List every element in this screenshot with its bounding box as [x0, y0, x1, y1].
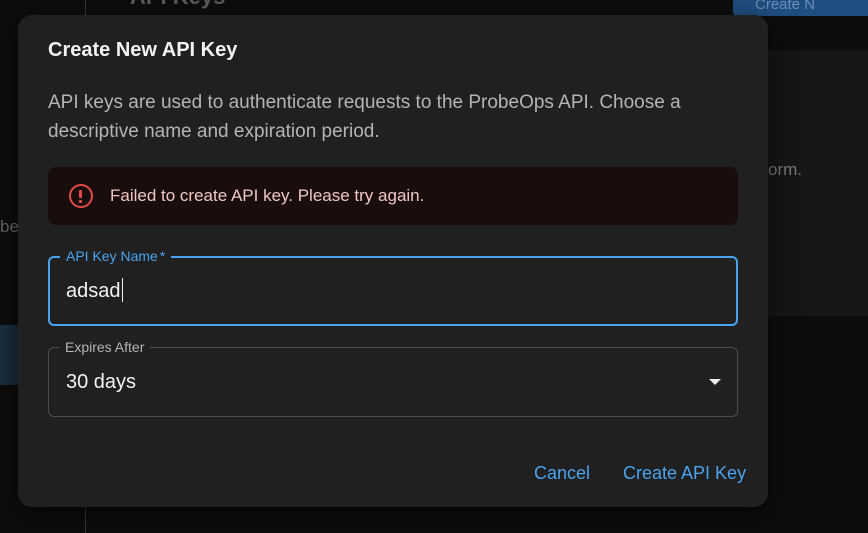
dropdown-arrow-icon[interactable] — [709, 379, 721, 385]
dialog-description: API keys are used to authenticate reques… — [48, 92, 681, 142]
required-marker: * — [159, 248, 166, 264]
error-circle-icon — [69, 184, 93, 208]
background-left-block — [0, 325, 20, 385]
error-alert: Failed to create API key. Please try aga… — [48, 167, 738, 225]
create-api-key-button[interactable]: Create API Key — [623, 463, 746, 484]
expires-after-label: Expires After — [59, 339, 151, 355]
page-title: API Keys — [130, 0, 225, 10]
background-card-text: orm. — [768, 160, 802, 179]
api-key-name-field[interactable]: API Key Name * adsad — [48, 248, 738, 326]
dialog-title: Create New API Key — [48, 39, 238, 61]
error-message: Failed to create API key. Please try aga… — [110, 186, 425, 205]
text-caret — [121, 278, 123, 303]
background-left-text: be — [0, 217, 19, 236]
api-key-name-input[interactable]: adsad — [66, 278, 123, 303]
cancel-button[interactable]: Cancel — [534, 463, 590, 484]
create-key-button-background: Create N — [733, 0, 868, 16]
api-key-name-label: API Key Name * — [60, 248, 172, 264]
create-api-key-dialog: Create New API Key API keys are used to … — [18, 15, 768, 507]
expires-after-value: 30 days — [66, 371, 137, 393]
expires-after-select[interactable]: Expires After 30 days — [48, 339, 738, 417]
background-card — [768, 50, 868, 316]
